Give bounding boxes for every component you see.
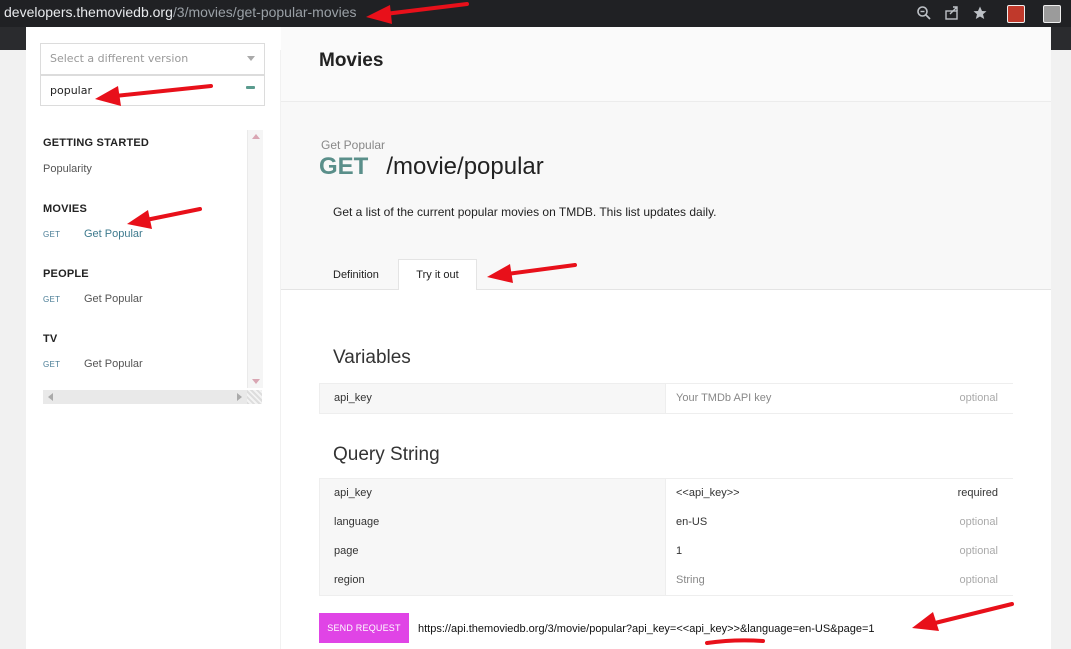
method-badge: GET — [43, 230, 61, 239]
method-badge: GET — [43, 360, 61, 369]
variables-table: api_key Your TMDb API key optional — [319, 383, 1013, 414]
address-bar[interactable]: developers.themoviedb.org/3/movies/get-p… — [4, 4, 357, 20]
table-row: page 1 optional — [320, 537, 1013, 566]
nav-section-getting-started: GETTING STARTED — [43, 137, 150, 149]
tab-bar: Definition Try it out — [281, 256, 1051, 291]
tab-definition[interactable]: Definition — [333, 262, 379, 289]
param-status: optional — [959, 574, 998, 586]
chevron-down-icon — [247, 56, 255, 61]
scroll-left-icon[interactable] — [48, 393, 53, 401]
request-url: https://api.themoviedb.org/3/movie/popul… — [418, 623, 875, 635]
browser-toolbar: developers.themoviedb.org/3/movies/get-p… — [0, 0, 1071, 27]
version-select-placeholder: Select a different version — [50, 52, 189, 65]
param-value: Your TMDb API key — [676, 392, 772, 404]
nav-section-people: PEOPLE — [43, 268, 89, 280]
version-select[interactable]: Select a different version — [40, 43, 265, 75]
nav-section-tv: TV — [43, 333, 58, 345]
tab-try-it-out[interactable]: Try it out — [398, 259, 477, 291]
query-table: api_key <<api_key>> required language en… — [319, 478, 1013, 596]
sidebar-item-popularity[interactable]: Popularity — [43, 163, 92, 175]
table-row: api_key Your TMDb API key optional — [320, 384, 1013, 413]
table-row: region String optional — [320, 566, 1013, 595]
vertical-scrollbar[interactable] — [247, 130, 263, 388]
param-value: en-US — [676, 516, 708, 528]
zoom-icon[interactable] — [915, 5, 933, 23]
toolbar-icons — [915, 0, 1071, 27]
param-value: 1 — [676, 545, 683, 557]
extension-icon[interactable] — [1007, 4, 1025, 23]
sidebar-item-movies-get-popular[interactable]: Get Popular — [84, 228, 143, 240]
sidebar-nav: GETTING STARTED Popularity MOVIES GET Ge… — [26, 130, 262, 390]
search-input[interactable]: popular — [40, 75, 265, 106]
table-row: language en-US optional — [320, 508, 1013, 537]
param-name: api_key — [334, 487, 372, 499]
param-value: <<api_key>> — [676, 487, 740, 499]
search-value: popular — [50, 84, 92, 97]
page-header: Movies — [281, 27, 1051, 102]
param-name: language — [334, 516, 380, 528]
table-row: api_key <<api_key>> required — [320, 479, 1013, 508]
url-path: /3/movies/get-popular-movies — [172, 4, 357, 20]
share-icon[interactable] — [943, 5, 961, 23]
nav-section-movies: MOVIES — [43, 203, 87, 215]
resize-handle[interactable] — [247, 390, 262, 404]
scroll-up-icon[interactable] — [252, 134, 260, 139]
param-status: optional — [959, 516, 998, 528]
send-request-button[interactable]: SEND REQUEST — [319, 613, 409, 643]
param-name: page — [334, 545, 359, 557]
endpoint-description: Get a list of the current popular movies… — [333, 205, 717, 219]
param-value: String — [676, 574, 705, 586]
horizontal-scrollbar[interactable] — [43, 390, 262, 404]
main-content: Movies Get Popular GET/movie/popular Get… — [281, 27, 1051, 649]
sidebar: Select a different version popular GETTI… — [26, 27, 280, 649]
param-name: api_key — [334, 392, 372, 404]
sidebar-item-tv-get-popular[interactable]: Get Popular — [84, 358, 143, 370]
query-string-heading: Query String — [333, 444, 440, 465]
extension-icon[interactable] — [1043, 4, 1061, 23]
endpoint-subtitle: Get Popular — [321, 138, 386, 152]
url-host: developers.themoviedb.org — [4, 4, 173, 20]
endpoint-heading: GET/movie/popular — [319, 153, 544, 181]
bookmark-star-icon[interactable] — [971, 5, 989, 23]
scroll-down-icon[interactable] — [252, 379, 260, 384]
page-title: Movies — [319, 50, 384, 71]
endpoint-path: /movie/popular — [386, 153, 544, 180]
scroll-right-icon[interactable] — [237, 393, 242, 401]
param-name: region — [334, 574, 365, 586]
param-status: optional — [959, 545, 998, 557]
clear-search-icon[interactable] — [246, 86, 255, 89]
sidebar-item-people-get-popular[interactable]: Get Popular — [84, 293, 143, 305]
param-status: optional — [959, 392, 998, 404]
http-method: GET — [319, 153, 369, 180]
variables-heading: Variables — [333, 347, 411, 368]
method-badge: GET — [43, 295, 61, 304]
param-status: required — [957, 487, 998, 499]
